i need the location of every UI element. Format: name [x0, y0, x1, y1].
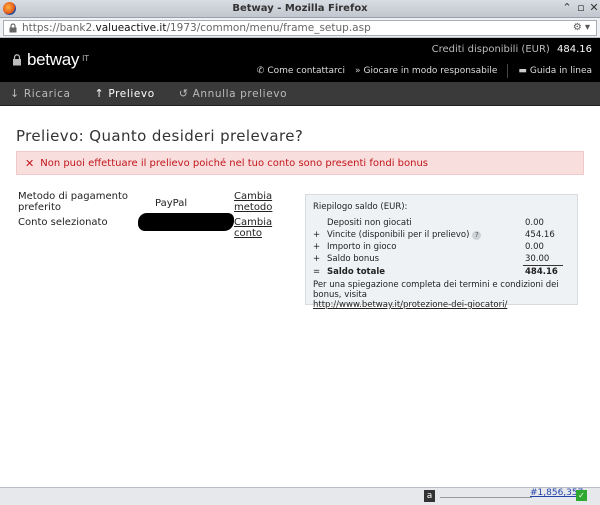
browser-statusbar: a #1,856,357 ✓	[0, 487, 600, 505]
brand-tld: IT	[82, 53, 90, 63]
url-host: valueactive.it	[95, 22, 167, 34]
divider	[507, 64, 509, 78]
help-link[interactable]: ▬ Guida in linea	[518, 66, 592, 76]
address-field[interactable]: https://bank2. valueactive.it/1973/common…	[3, 20, 597, 36]
addon-icons[interactable]: ⚙ ▾	[573, 22, 590, 33]
tab-cancel-withdrawal[interactable]: ↺ Annulla prelievo	[167, 82, 299, 106]
addon-a-icon[interactable]: a	[424, 490, 435, 502]
status-progress-line	[440, 497, 532, 498]
phone-icon: ✆	[256, 66, 265, 76]
bonus-terms-link[interactable]: http://www.betway.it/protezione-dei-gioc…	[313, 300, 507, 310]
chat-bubble-icon: ▬	[518, 66, 527, 76]
tab-cancel-withdrawal-label: Annulla prelievo	[192, 87, 288, 100]
redacted-account	[138, 213, 234, 231]
main-content: Prelievo: Quanto desideri prelevare? ✕ N…	[0, 107, 600, 487]
contact-label: Come contattarci	[267, 66, 345, 76]
help-label: Guida in linea	[529, 66, 592, 76]
url-bar: https://bank2. valueactive.it/1973/common…	[0, 18, 600, 38]
balance-value: 454.16	[525, 230, 555, 240]
window-title: Betway - Mozilla Firefox	[232, 3, 368, 14]
balance-op: +	[313, 254, 321, 264]
tab-withdraw-label: Prelievo	[108, 87, 155, 100]
close-window-icon[interactable]: ✕	[587, 1, 600, 14]
balance-label: Vincite (disponibili per il prelievo)	[327, 230, 470, 240]
balance-total-value: 484.16	[525, 267, 558, 277]
balance-op: +	[313, 230, 321, 240]
payment-method-label: Metodo di pagamento preferito	[18, 191, 128, 213]
balance-op: =	[313, 267, 321, 277]
error-x-icon: ✕	[25, 156, 35, 170]
cashier-nav: ↓ Ricarica ↑ Prelievo ↺ Annulla prelievo	[0, 82, 600, 106]
lock-icon	[9, 23, 17, 33]
bonus-terms-note: Per una spiegazione completa dei termini…	[313, 280, 575, 310]
alert-message: Non puoi effettuare il prelievo poiché n…	[40, 157, 429, 169]
balance-op: +	[313, 242, 321, 252]
balance-value: 30.00	[525, 254, 550, 264]
error-alert: ✕ Non puoi effettuare il prelievo poiché…	[16, 151, 584, 175]
responsible-gaming-label: Giocare in modo responsabile	[363, 66, 498, 76]
url-prefix: https://bank2.	[22, 22, 96, 34]
brand-name: betway	[27, 50, 80, 69]
credits-value: 484.16	[557, 44, 592, 55]
change-method-link[interactable]: Cambia metodo	[234, 191, 274, 213]
credits-label: Crediti disponibili (EUR)	[431, 44, 550, 55]
balance-label: Importo in gioco	[327, 242, 397, 252]
responsible-gaming-link[interactable]: » Giocare in modo responsabile	[355, 66, 497, 76]
arrow-down-icon: ↓	[10, 87, 20, 100]
arrow-up-icon: ↑	[94, 87, 105, 100]
window-titlebar: Betway - Mozilla Firefox ⌃ ▫ ✕	[0, 0, 600, 18]
balance-value: 0.00	[525, 242, 544, 252]
tab-withdraw[interactable]: ↑ Prelievo	[83, 82, 167, 106]
available-credits: Crediti disponibili (EUR) 484.16	[432, 44, 592, 55]
secure-lock-icon	[13, 54, 21, 66]
sum-divider	[523, 265, 563, 266]
balance-value: 0.00	[525, 218, 544, 228]
help-icon[interactable]: ?	[472, 231, 482, 240]
balance-label: Saldo bonus	[327, 254, 380, 264]
tab-deposit[interactable]: ↓ Ricarica	[0, 82, 83, 106]
check-icon[interactable]: ✓	[576, 490, 587, 501]
header-links: ✆ Come contattarci » Giocare in modo res…	[247, 64, 592, 78]
maximize-icon[interactable]: ▫	[574, 1, 588, 14]
balance-label: Depositi non giocati	[327, 218, 412, 228]
tab-deposit-label: Ricarica	[23, 87, 71, 100]
bonus-terms-text: Per una spiegazione completa dei termini…	[313, 280, 559, 300]
payment-method-value: PayPal	[155, 198, 188, 209]
firefox-icon	[3, 2, 16, 15]
url-path: /1973/common/menu/frame_setup.asp	[166, 22, 371, 34]
contact-link[interactable]: ✆ Come contattarci	[257, 66, 345, 76]
balance-label-with-help: Vincite (disponibili per il prelievo)?	[327, 230, 482, 240]
site-header: betway IT Crediti disponibili (EUR) 484.…	[0, 38, 600, 82]
change-account-link[interactable]: Cambia conto	[234, 217, 298, 239]
balance-total-label: Saldo totale	[327, 267, 386, 277]
balance-summary: Riepilogo saldo (EUR): Depositi non gioc…	[305, 194, 578, 310]
balance-title: Riepilogo saldo (EUR):	[313, 202, 408, 212]
page-title: Prelievo: Quanto desideri prelevare?	[16, 127, 304, 145]
minimize-icon[interactable]: ⌃	[560, 1, 574, 14]
double-chevron-icon: »	[355, 66, 361, 76]
betway-logo[interactable]: betway IT	[12, 50, 89, 70]
undo-icon: ↺	[178, 87, 189, 100]
selected-account-label: Conto selezionato	[18, 217, 108, 228]
